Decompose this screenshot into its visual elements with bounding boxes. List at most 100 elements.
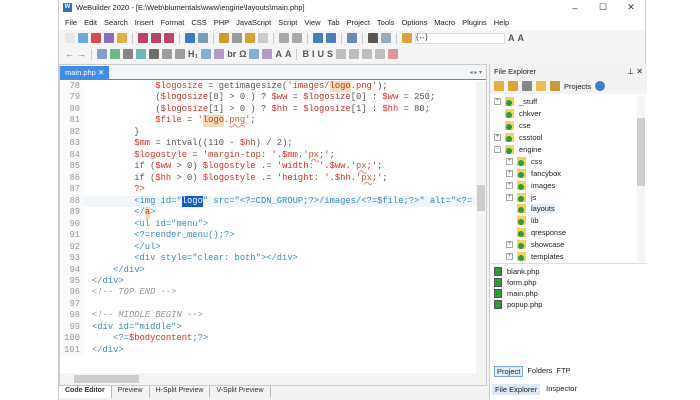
tree-item-js[interactable]: + js	[494, 191, 643, 203]
align-icon[interactable]	[335, 49, 346, 59]
new-folder-icon[interactable]	[508, 81, 518, 91]
expand-toggle[interactable]: +	[506, 181, 513, 189]
docs-icon[interactable]	[104, 33, 114, 43]
menu-format[interactable]: Format	[161, 18, 185, 27]
format-6-button[interactable]: I	[312, 49, 315, 59]
save-as-icon[interactable]	[151, 33, 161, 43]
outdent-icon[interactable]	[326, 33, 336, 43]
menu-file[interactable]: File	[65, 18, 77, 27]
tab-v-split-preview[interactable]: V-Split Preview	[210, 386, 271, 398]
open-folder-icon[interactable]	[117, 33, 127, 43]
pdf-icon[interactable]	[91, 33, 101, 43]
format-5-button[interactable]: B	[302, 49, 309, 59]
open-folder-icon[interactable]	[494, 81, 504, 91]
close-button[interactable]: ✕	[617, 2, 645, 13]
horizontal-scrollbar[interactable]	[60, 373, 486, 385]
code-area[interactable]: 78 $logosize = getimagesize('images/logo…	[60, 81, 476, 373]
file-item[interactable]: popup.php	[494, 299, 643, 310]
file-item[interactable]: main.php	[494, 288, 643, 299]
expand-toggle[interactable]: +	[506, 241, 513, 249]
tab-h-split-preview[interactable]: H-Split Preview	[150, 386, 211, 398]
tree-item-showcase[interactable]: + showcase	[494, 239, 643, 251]
list-icon[interactable]	[162, 49, 172, 59]
pin-icon[interactable]: ⊥	[627, 67, 634, 76]
tree-item-lib[interactable]: lib	[494, 215, 643, 227]
save-all-icon[interactable]	[164, 33, 174, 43]
paragraph-icon[interactable]	[149, 49, 159, 59]
menu-script[interactable]: Script	[278, 18, 297, 27]
format-7-button[interactable]: U	[317, 49, 324, 59]
link-icon[interactable]	[97, 49, 107, 59]
tree-item-qresponse[interactable]: qresponse	[494, 227, 643, 239]
font-size-icon[interactable]: A	[508, 33, 515, 43]
tree-item-csstool[interactable]: + csstool	[494, 132, 643, 144]
menu-tab[interactable]: Tab	[327, 18, 339, 27]
tree-item-cse[interactable]: cse	[494, 120, 643, 132]
clipboard-icon[interactable]	[258, 33, 268, 43]
back-arrow-icon[interactable]: ←	[65, 49, 74, 59]
menu-view[interactable]: View	[304, 18, 320, 27]
undo-icon[interactable]	[279, 33, 289, 43]
vertical-scrollbar[interactable]	[476, 81, 486, 373]
menu-css[interactable]: CSS	[191, 18, 206, 27]
format-2-button[interactable]: Ω	[239, 49, 246, 59]
folder-dropdown-icon[interactable]	[536, 81, 546, 91]
tree-item-chkver[interactable]: chkver	[494, 108, 643, 120]
projects-button[interactable]: Projects	[564, 82, 591, 91]
align-icon[interactable]	[387, 49, 398, 59]
tab-navigation[interactable]: ◂ ▸ ▾	[466, 69, 486, 79]
close-tab-icon[interactable]: ✕	[98, 68, 104, 77]
menu-search[interactable]: Search	[104, 18, 128, 27]
copy-icon[interactable]	[232, 33, 242, 43]
expand-toggle[interactable]: +	[506, 169, 513, 177]
indent-icon[interactable]	[313, 33, 323, 43]
menu-project[interactable]: Project	[347, 18, 370, 27]
forward-arrow-icon[interactable]: →	[77, 49, 86, 59]
html-icon[interactable]	[78, 33, 88, 43]
table-icon[interactable]	[201, 49, 212, 59]
menu-insert[interactable]: Insert	[135, 18, 154, 27]
format-4-button[interactable]: A	[285, 49, 292, 59]
layout-icon[interactable]	[347, 33, 357, 43]
menu-javascript[interactable]: JavaScript	[236, 18, 271, 27]
expand-toggle[interactable]: +	[506, 193, 513, 201]
tree-item-_stuff[interactable]: + _stuff	[494, 96, 643, 108]
expand-toggle[interactable]: −	[494, 146, 501, 153]
format-1-button[interactable]: br	[227, 49, 236, 59]
expand-toggle[interactable]: +	[506, 157, 513, 165]
align-icon[interactable]	[348, 49, 359, 59]
search-icon[interactable]	[185, 33, 195, 43]
menu-options[interactable]: Options	[401, 18, 427, 27]
tab-folders[interactable]: Folders	[527, 366, 552, 377]
scroll-thumb[interactable]	[637, 118, 645, 186]
expand-toggle[interactable]: +	[494, 134, 501, 142]
paste-icon[interactable]	[245, 33, 255, 43]
tab-code-editor[interactable]: Code Editor	[59, 386, 112, 398]
file-item[interactable]: form.php	[494, 277, 643, 288]
close-panel-icon[interactable]: ✕	[636, 67, 643, 76]
expand-toggle[interactable]: +	[506, 253, 513, 261]
tab-ftp[interactable]: FTP	[556, 366, 570, 377]
ordered-list-icon[interactable]	[175, 49, 185, 59]
tree-item-css[interactable]: + css	[494, 155, 643, 167]
find-replace-icon[interactable]	[368, 33, 378, 43]
file-item[interactable]: blank.php	[494, 266, 643, 277]
expand-toggle[interactable]: +	[494, 98, 501, 106]
menu-edit[interactable]: Edit	[84, 18, 97, 27]
table-icon[interactable]	[262, 49, 273, 59]
horizontal-rule-icon[interactable]	[123, 49, 133, 59]
table-icon[interactable]	[249, 49, 260, 59]
align-icon[interactable]	[361, 49, 372, 59]
menu-help[interactable]: Help	[494, 18, 509, 27]
menu-plugins[interactable]: Plugins	[462, 18, 487, 27]
tree-item-templates[interactable]: + templates	[494, 251, 643, 263]
project-folder-icon[interactable]	[402, 33, 412, 43]
font-size-icon[interactable]: A	[518, 33, 525, 43]
menu-macro[interactable]: Macro	[434, 18, 455, 27]
tree-item-engine[interactable]: − engine	[494, 144, 643, 156]
table-icon[interactable]	[214, 49, 225, 59]
view-icon[interactable]	[522, 81, 532, 91]
spell-check-icon[interactable]	[198, 33, 208, 43]
save-icon[interactable]	[138, 33, 148, 43]
tab-main-php[interactable]: main.php ✕	[60, 66, 110, 79]
